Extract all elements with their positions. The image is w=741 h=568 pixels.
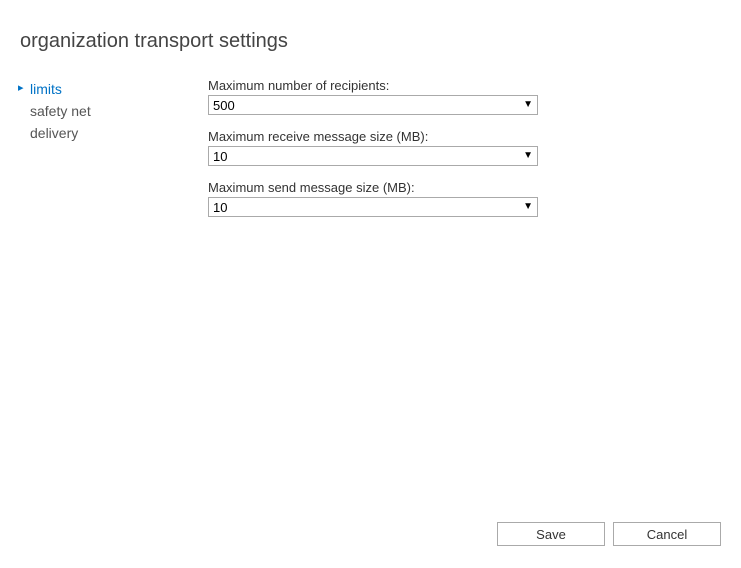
sidebar-item-label: safety net <box>30 103 91 119</box>
max-receive-size-input[interactable] <box>208 146 538 166</box>
sidebar-item-label: delivery <box>30 125 78 141</box>
sidebar-item-limits[interactable]: limits <box>18 78 208 100</box>
sidebar-item-safety-net[interactable]: safety net <box>18 100 208 122</box>
save-button[interactable]: Save <box>497 522 605 546</box>
field-max-recipients: Maximum number of recipients: ▼ <box>208 78 701 115</box>
select-wrap: ▼ <box>208 146 538 166</box>
field-max-receive-size: Maximum receive message size (MB): ▼ <box>208 129 701 166</box>
select-wrap: ▼ <box>208 197 538 217</box>
field-label: Maximum send message size (MB): <box>208 180 701 195</box>
sidebar-item-delivery[interactable]: delivery <box>18 122 208 144</box>
select-wrap: ▼ <box>208 95 538 115</box>
footer-buttons: Save Cancel <box>497 522 721 546</box>
main-panel: Maximum number of recipients: ▼ Maximum … <box>208 78 741 231</box>
max-recipients-input[interactable] <box>208 95 538 115</box>
field-label: Maximum receive message size (MB): <box>208 129 701 144</box>
page-title: organization transport settings <box>0 0 741 53</box>
max-send-size-input[interactable] <box>208 197 538 217</box>
content-area: limits safety net delivery Maximum numbe… <box>0 53 741 231</box>
field-max-send-size: Maximum send message size (MB): ▼ <box>208 180 701 217</box>
cancel-button[interactable]: Cancel <box>613 522 721 546</box>
field-label: Maximum number of recipients: <box>208 78 701 93</box>
sidebar: limits safety net delivery <box>18 78 208 231</box>
sidebar-item-label: limits <box>30 81 62 97</box>
